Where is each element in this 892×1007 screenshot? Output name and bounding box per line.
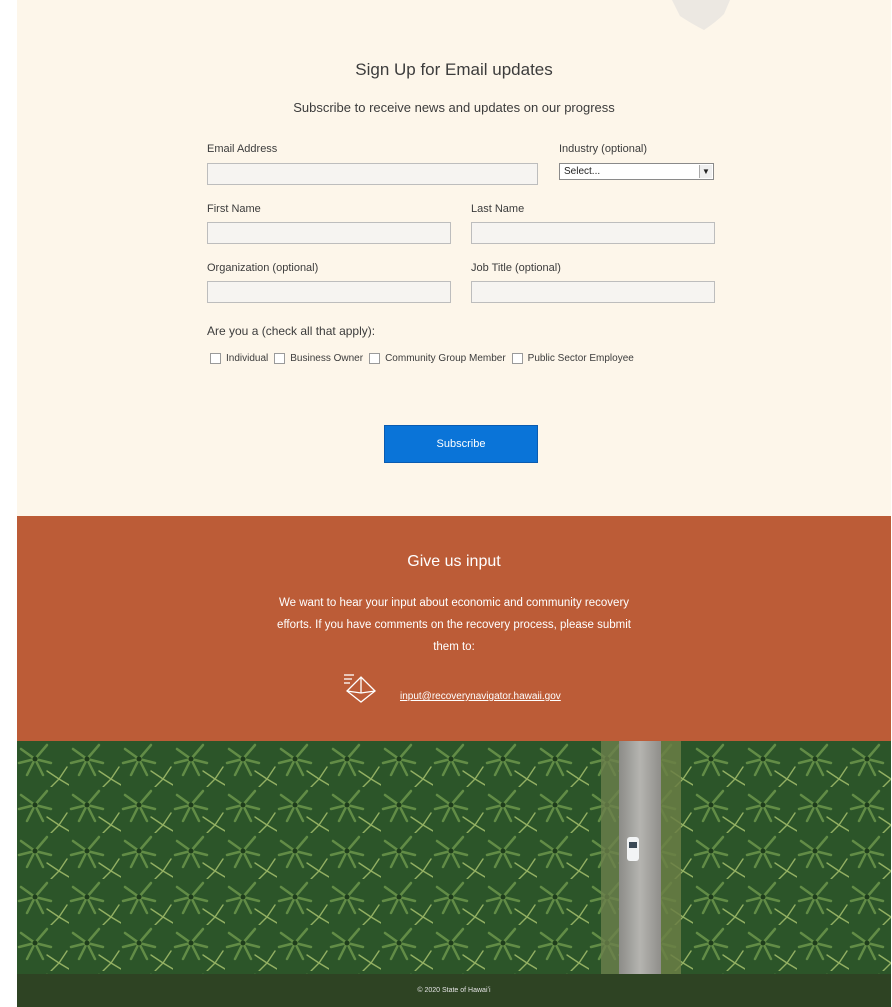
checkbox-individual[interactable]: Individual [210,353,268,364]
first-name-field[interactable] [207,222,451,244]
last-name-label: Last Name [471,203,525,215]
input-body-text: We want to hear your input about economi… [277,597,631,653]
decorative-leaf-shape [672,0,730,30]
checkbox-box[interactable] [511,353,523,364]
checkbox-label: Individual [226,353,269,364]
aerial-palm-forest-photo [17,741,891,974]
checkbox-label: Community Group Member [385,353,506,364]
industry-select[interactable]: Select... ▼ [559,163,714,180]
job-title-field[interactable] [471,281,715,303]
job-title-label: Job Title (optional) [471,262,561,274]
email-field[interactable] [207,163,538,185]
page: Sign Up for Email updates Subscribe to r… [17,0,891,1007]
industry-label: Industry (optional) [559,143,648,155]
signup-section: Sign Up for Email updates Subscribe to r… [17,0,891,516]
checkbox-box[interactable] [274,353,286,364]
checkbox-label: Public Sector Employee [527,353,634,364]
role-question: Are you a (check all that apply): [207,324,376,338]
footer-copyright: © 2020 State of Hawaiʻi [417,987,491,994]
photo-illustration [17,741,891,974]
last-name-field[interactable] [471,222,715,244]
checkbox-community-group-member[interactable]: Community Group Member [369,353,506,364]
first-name-label: First Name [207,203,261,215]
footer: © 2020 State of Hawaiʻi [17,974,891,1007]
signup-subtitle: Subscribe to receive news and updates on… [293,100,615,115]
input-title: Give us input [407,553,501,570]
input-email-link[interactable]: input@recoverynavigator.hawaii.gov [400,691,561,702]
checkbox-business-owner[interactable]: Business Owner [274,353,363,364]
organization-field[interactable] [207,281,451,303]
input-section: Give us input We want to hear your input… [17,516,891,741]
checkbox-box[interactable] [210,353,221,364]
role-checkbox-group: Individual Business Owner Community Grou… [210,353,640,364]
checkbox-label: Business Owner [290,353,364,364]
checkbox-public-sector-employee[interactable]: Public Sector Employee [511,353,634,364]
email-label: Email Address [207,143,278,155]
subscribe-button[interactable]: Subscribe [384,425,538,463]
dropdown-arrow-icon: ▼ [699,165,712,178]
mail-icon [344,674,376,703]
organization-label: Organization (optional) [207,262,319,274]
signup-title: Sign Up for Email updates [355,60,553,79]
industry-selected-value: Select... [564,166,601,177]
checkbox-box[interactable] [369,353,381,364]
